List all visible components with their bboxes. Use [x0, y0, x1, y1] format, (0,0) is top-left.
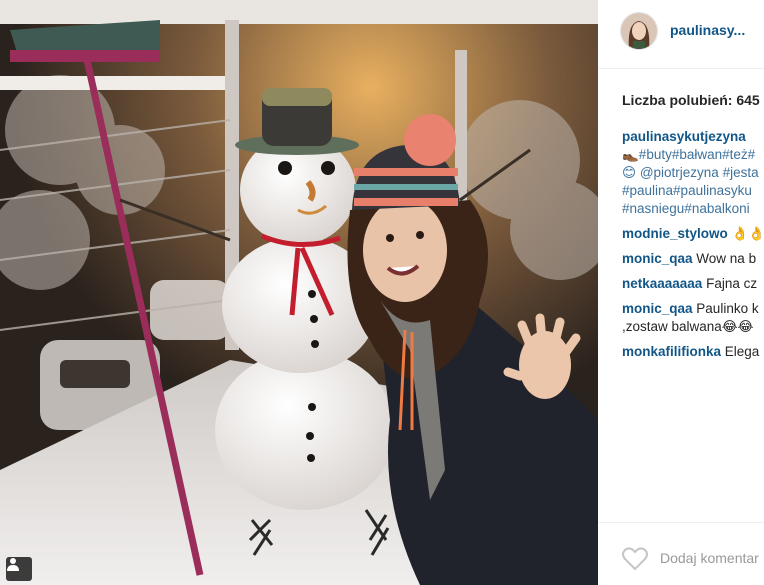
avatar-image	[621, 13, 657, 49]
like-button[interactable]	[622, 547, 648, 576]
caption-author-link[interactable]: paulinasykutjezyna	[622, 128, 764, 146]
comment-text: Elega	[724, 344, 760, 359]
post-header: paulinasy...	[598, 0, 764, 69]
comment-text-continued: ,zostaw balwana😂😂	[622, 319, 754, 334]
comment-text: Fajna cz	[706, 276, 758, 291]
photo-illustration	[0, 0, 598, 585]
post-photo[interactable]	[0, 0, 598, 585]
heart-icon	[622, 547, 648, 571]
likes-count[interactable]: Liczba polubień: 645	[622, 92, 760, 108]
caption-line[interactable]: #nasniegu#nabalkoni	[622, 200, 764, 218]
caption-line[interactable]: 😊 @piotrjezyna #jesta	[622, 164, 764, 182]
person-icon	[7, 558, 19, 571]
comment-text: 👌👌	[731, 226, 764, 241]
caption: paulinasykutjezyna 👞#buty#bałwan#też# 😊 …	[622, 128, 764, 218]
add-comment-input[interactable]: Dodaj komentar	[660, 550, 759, 566]
add-comment-bar: Dodaj komentar	[598, 522, 764, 585]
comment-author-link[interactable]: netkaaaaaaa	[622, 276, 702, 291]
comment-item: monic_qaa Paulinko k ,zostaw balwana😂😂	[622, 300, 764, 336]
comments-list: paulinasykutjezyna 👞#buty#bałwan#też# 😊 …	[622, 128, 764, 368]
comment-author-link[interactable]: modnie_stylowo	[622, 226, 728, 241]
avatar[interactable]	[620, 12, 658, 50]
comment-item: modnie_stylowo 👌👌	[622, 225, 764, 243]
user-tag-button[interactable]	[6, 557, 32, 581]
comment-item: netkaaaaaaa Fajna cz	[622, 275, 764, 293]
caption-line[interactable]: #paulina#paulinasyku	[622, 182, 764, 200]
comment-author-link[interactable]: monic_qaa	[622, 301, 693, 316]
comment-item: monkafilifionka Elega	[622, 343, 764, 361]
comment-text: Paulinko k	[696, 301, 759, 316]
caption-line[interactable]: 👞#buty#bałwan#też#	[622, 146, 764, 164]
comment-text: Wow na b	[696, 251, 757, 266]
comment-item: monic_qaa Wow na b	[622, 250, 764, 268]
comment-author-link[interactable]: monkafilifionka	[622, 344, 721, 359]
post-sidebar: paulinasy... Liczba polubień: 645 paulin…	[598, 0, 764, 585]
comment-author-link[interactable]: monic_qaa	[622, 251, 693, 266]
username-link[interactable]: paulinasy...	[670, 22, 745, 38]
